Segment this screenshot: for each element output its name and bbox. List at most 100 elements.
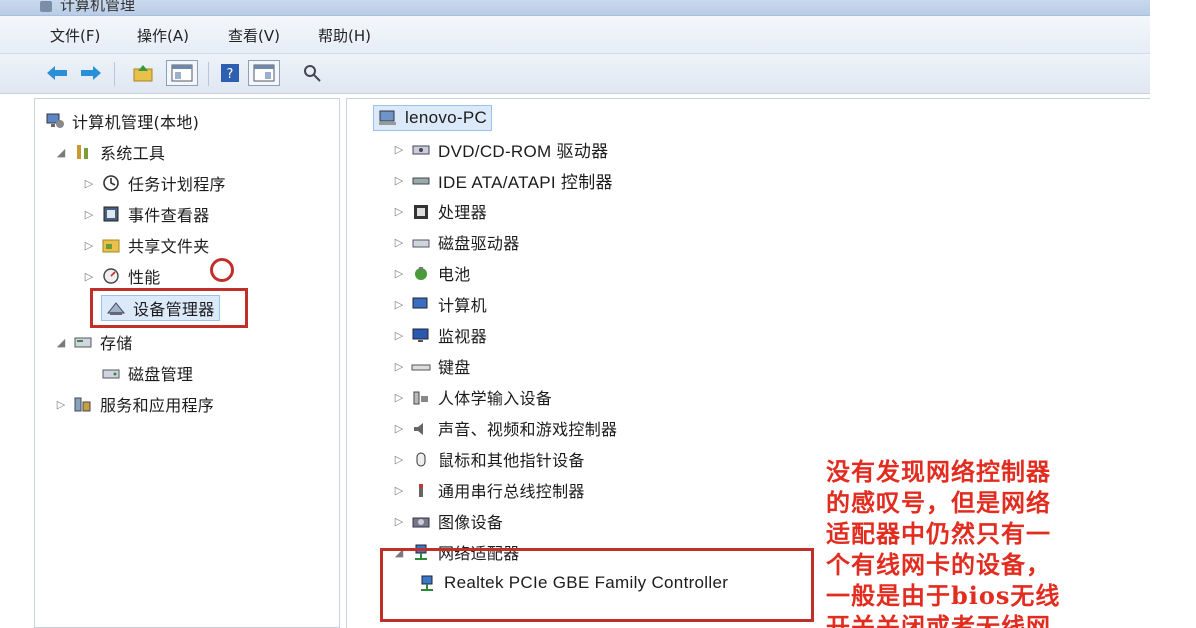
sound-icon xyxy=(411,419,431,437)
expand-icon[interactable]: ▷ xyxy=(393,484,405,497)
performance-icon xyxy=(101,267,121,285)
up-folder-icon xyxy=(133,65,153,82)
expand-icon[interactable]: ▷ xyxy=(393,360,405,373)
show-hide-action-pane-button[interactable] xyxy=(248,60,280,86)
device-label: 键盘 xyxy=(438,358,471,377)
device-category-item[interactable]: ▷ 鼠标和其他指针设备 xyxy=(393,445,585,473)
svg-text:?: ? xyxy=(227,67,234,82)
expand-icon[interactable]: ▷ xyxy=(55,398,67,411)
device-category-item[interactable]: ▷ 声音、视频和游戏控制器 xyxy=(393,414,617,442)
device-category-item[interactable]: ▷ 通用串行总线控制器 xyxy=(393,476,585,504)
window-title: 计算机管理 xyxy=(60,0,136,14)
keyboard-icon xyxy=(411,357,431,375)
expand-icon[interactable]: ▷ xyxy=(83,239,95,252)
action-pane-icon xyxy=(253,64,275,82)
toolbar: ? xyxy=(0,54,1150,94)
device-category-item[interactable]: ▷ 磁盘驱动器 xyxy=(393,228,520,256)
device-category-item[interactable]: ▷ 监视器 xyxy=(393,321,487,349)
tree-item-computer-management[interactable]: 计算机管理(本地) xyxy=(45,107,199,135)
app-icon xyxy=(40,1,52,12)
device-manager-highlight xyxy=(90,288,248,328)
tree-item-event-viewer[interactable]: ▷ 事件查看器 xyxy=(83,200,210,228)
expand-icon[interactable]: ▷ xyxy=(393,174,405,187)
dvd-drive-icon xyxy=(411,140,431,158)
task-scheduler-icon xyxy=(101,174,121,192)
expand-icon[interactable]: ▷ xyxy=(83,270,95,283)
mouse-icon xyxy=(411,450,431,468)
cursor-highlight-circle xyxy=(210,258,234,282)
battery-icon xyxy=(411,264,431,282)
console-tree-pane: 计算机管理(本地) ◢ 系统工具 ▷ 任务计划程序 ▷ 事件查看器 ▷ 共享文件… xyxy=(34,98,340,628)
note-line: 没有发现网络控制器 xyxy=(826,457,1051,486)
tree-item-system-tools[interactable]: ◢ 系统工具 xyxy=(55,138,165,166)
device-label: 图像设备 xyxy=(438,513,504,532)
help-icon: ? xyxy=(221,64,239,82)
tree-item-services-applications[interactable]: ▷ 服务和应用程序 xyxy=(55,390,214,418)
collapse-icon[interactable]: ◢ xyxy=(55,146,67,159)
device-category-item[interactable]: ▷ 图像设备 xyxy=(393,507,503,535)
expand-icon[interactable]: ▷ xyxy=(393,236,405,249)
menu-action[interactable]: 操作(A) xyxy=(137,25,189,46)
expand-icon[interactable]: ▷ xyxy=(393,205,405,218)
collapse-icon[interactable]: ◢ xyxy=(55,336,67,349)
device-label: 通用串行总线控制器 xyxy=(438,482,585,501)
expand-icon[interactable]: ▷ xyxy=(83,177,95,190)
menu-view[interactable]: 查看(V) xyxy=(228,25,280,46)
tree-item-disk-management[interactable]: 磁盘管理 xyxy=(101,359,193,387)
menu-file[interactable]: 文件(F) xyxy=(50,25,100,46)
toolbar-separator xyxy=(208,62,209,86)
expand-icon[interactable]: ▷ xyxy=(393,329,405,342)
expand-icon[interactable]: ▷ xyxy=(393,515,405,528)
expand-icon[interactable]: ▷ xyxy=(393,453,405,466)
device-label: 计算机 xyxy=(438,296,487,315)
show-hide-tree-button[interactable] xyxy=(166,60,198,86)
device-category-item[interactable]: ▷ 计算机 xyxy=(393,290,487,318)
menu-bar: 文件(F) 操作(A) 查看(V) 帮助(H) xyxy=(0,16,1150,54)
back-arrow-icon xyxy=(47,66,67,80)
tree-item-shared-folders[interactable]: ▷ 共享文件夹 xyxy=(83,231,210,259)
tree-item-storage[interactable]: ◢ 存储 xyxy=(55,328,133,356)
tree-item-task-scheduler[interactable]: ▷ 任务计划程序 xyxy=(83,169,226,197)
device-category-item[interactable]: ▷ 处理器 xyxy=(393,197,487,225)
scan-hardware-icon xyxy=(304,65,321,82)
disk-management-icon xyxy=(101,364,121,382)
forward-button[interactable] xyxy=(78,60,104,86)
computer-management-icon xyxy=(45,112,65,130)
device-label: 声音、视频和游戏控制器 xyxy=(438,420,618,439)
device-category-item[interactable]: ▷ 键盘 xyxy=(393,352,471,380)
computer-icon xyxy=(378,109,398,127)
system-tools-icon xyxy=(73,143,93,161)
device-category-item[interactable]: ▷ DVD/CD-ROM 驱动器 xyxy=(393,135,608,163)
storage-icon xyxy=(73,333,93,351)
ide-controller-icon xyxy=(411,171,431,189)
imaging-device-icon xyxy=(411,512,431,530)
device-label: 磁盘驱动器 xyxy=(438,234,520,253)
expand-icon[interactable]: ▷ xyxy=(83,208,95,221)
note-line: 一般是由于bios无线 xyxy=(826,581,1061,610)
scan-hardware-button[interactable] xyxy=(300,60,324,86)
device-category-item[interactable]: ▷ 人体学输入设备 xyxy=(393,383,552,411)
usb-icon xyxy=(411,481,431,499)
menu-help[interactable]: 帮助(H) xyxy=(318,25,371,46)
up-folder-button[interactable] xyxy=(130,60,156,86)
device-tree-root[interactable]: lenovo-PC xyxy=(373,105,493,131)
tree-item-performance[interactable]: ▷ 性能 xyxy=(83,262,161,290)
title-bar: 计算机管理 xyxy=(0,0,1150,16)
expand-icon[interactable]: ▷ xyxy=(393,298,405,311)
services-icon xyxy=(73,395,93,413)
expand-icon[interactable]: ▷ xyxy=(393,391,405,404)
device-label: IDE ATA/ATAPI 控制器 xyxy=(438,172,613,192)
expand-icon[interactable]: ▷ xyxy=(393,143,405,156)
back-button[interactable] xyxy=(44,60,70,86)
expand-icon[interactable]: ▷ xyxy=(393,422,405,435)
computer-icon xyxy=(411,295,431,313)
device-label: DVD/CD-ROM 驱动器 xyxy=(438,141,609,161)
expand-icon[interactable]: ▷ xyxy=(393,267,405,280)
note-line: 的感叹号，但是网络 xyxy=(826,488,1051,517)
device-category-item[interactable]: ▷ IDE ATA/ATAPI 控制器 xyxy=(393,166,613,194)
note-line: 开关关闭或者无线网 xyxy=(826,612,1051,628)
forward-arrow-icon xyxy=(81,66,101,80)
help-button[interactable]: ? xyxy=(218,60,242,86)
event-viewer-icon xyxy=(101,205,121,223)
device-category-item[interactable]: ▷ 电池 xyxy=(393,259,471,287)
